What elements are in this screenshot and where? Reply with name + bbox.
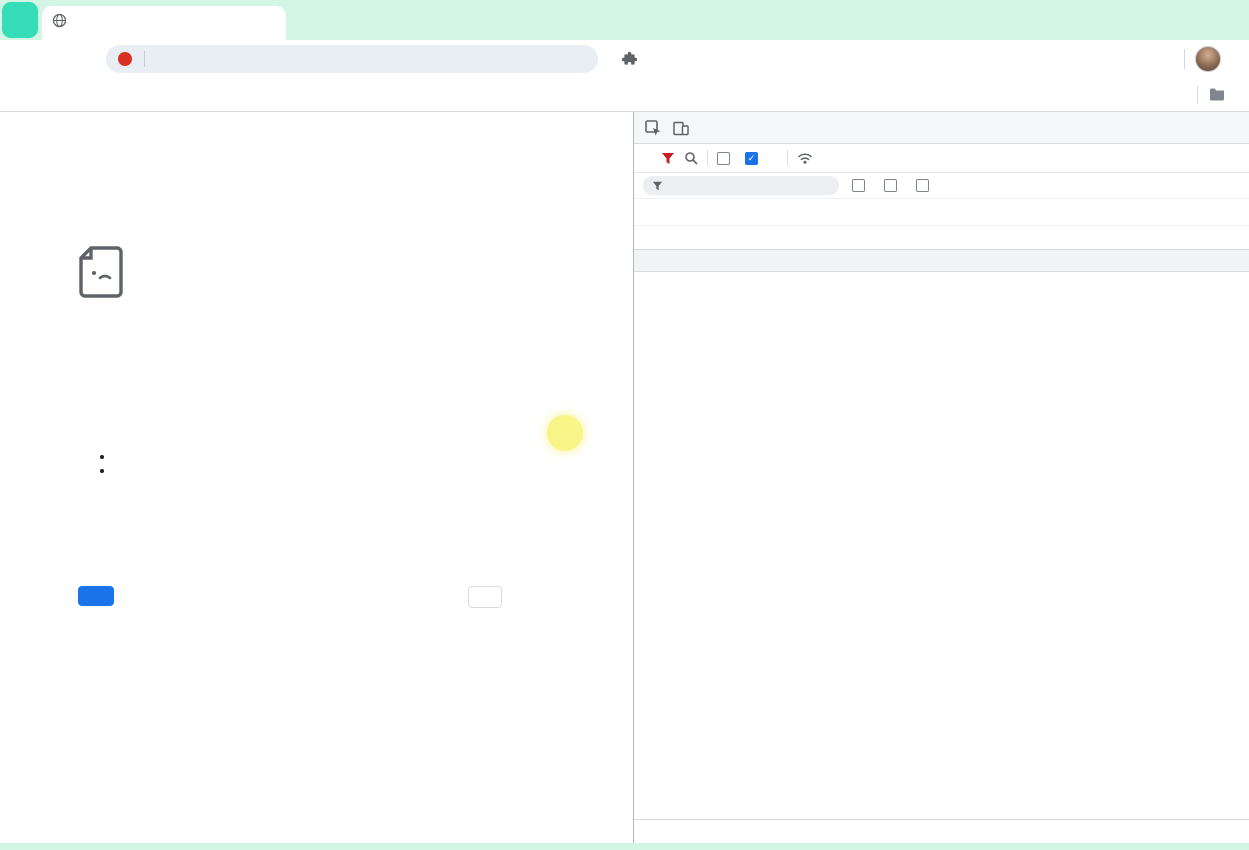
search-icon[interactable] bbox=[684, 151, 698, 165]
folder-icon bbox=[1209, 88, 1225, 101]
more-tabs-button[interactable] bbox=[698, 112, 716, 143]
close-button[interactable] bbox=[1203, 0, 1249, 40]
sad-page-icon bbox=[78, 245, 124, 304]
devtools-menu-icon[interactable] bbox=[1189, 115, 1215, 141]
preserve-log-checkbox[interactable] bbox=[717, 151, 736, 165]
extensions-puzzle-icon[interactable] bbox=[618, 48, 640, 70]
suggestion-item bbox=[100, 455, 115, 459]
invert-checkbox[interactable] bbox=[852, 179, 871, 192]
minimize-button[interactable] bbox=[1111, 0, 1157, 40]
table-gridlines bbox=[634, 272, 1249, 819]
bullet-icon bbox=[100, 455, 104, 459]
omnibox-divider bbox=[144, 51, 145, 67]
disable-cache-checkbox[interactable] bbox=[745, 151, 764, 165]
click-highlight bbox=[547, 415, 583, 451]
back-button[interactable] bbox=[8, 45, 36, 73]
bookmarks-divider bbox=[1197, 85, 1198, 104]
tab-search-button[interactable] bbox=[2, 2, 38, 38]
checkbox-checked-icon bbox=[745, 151, 758, 165]
hide-data-urls-checkbox[interactable] bbox=[884, 179, 903, 192]
all-bookmarks-button[interactable] bbox=[1202, 85, 1239, 104]
checkbox-icon bbox=[852, 179, 865, 192]
checkbox-icon bbox=[717, 151, 730, 165]
new-tab-button[interactable] bbox=[296, 9, 322, 35]
devtools-panel bbox=[633, 112, 1249, 843]
blocked-filters-row bbox=[634, 226, 1249, 250]
profile-avatar[interactable] bbox=[1195, 46, 1221, 72]
tab-favicon-icon bbox=[52, 13, 67, 33]
checkbox-icon bbox=[916, 179, 929, 192]
tab-close-icon[interactable] bbox=[261, 15, 278, 32]
bullet-icon bbox=[100, 469, 104, 473]
network-table bbox=[634, 250, 1249, 819]
checkbox-icon bbox=[884, 179, 897, 192]
reload-page-button[interactable] bbox=[78, 586, 114, 606]
inspect-icon[interactable] bbox=[640, 115, 666, 141]
network-table-header bbox=[634, 250, 1249, 272]
request-type-chips bbox=[634, 199, 1249, 226]
browser-toolbar bbox=[0, 40, 1249, 78]
address-bar[interactable] bbox=[106, 45, 598, 73]
bookmarks-bar bbox=[0, 78, 1249, 112]
security-badge[interactable] bbox=[118, 52, 137, 66]
titlebar bbox=[0, 0, 1249, 40]
devtools-tabbar bbox=[634, 112, 1249, 144]
suggestion-list bbox=[100, 455, 115, 483]
devtools-close-icon[interactable] bbox=[1217, 115, 1243, 141]
reload-button[interactable] bbox=[72, 45, 100, 73]
network-summary-bar bbox=[634, 819, 1249, 843]
hide-extension-urls-checkbox[interactable] bbox=[916, 179, 935, 192]
window-controls bbox=[1111, 0, 1249, 40]
network-conditions-icon[interactable] bbox=[797, 152, 813, 164]
device-toolbar-icon[interactable] bbox=[668, 115, 694, 141]
network-filter-row bbox=[634, 173, 1249, 199]
filter-toggle-icon[interactable] bbox=[661, 152, 675, 165]
browser-tab[interactable] bbox=[42, 6, 286, 40]
browser-window bbox=[0, 0, 1249, 850]
error-page bbox=[0, 112, 633, 843]
devtools-settings-icon[interactable] bbox=[1161, 115, 1187, 141]
toolbar-divider bbox=[1184, 49, 1185, 69]
suggestion-item bbox=[100, 469, 115, 473]
details-button[interactable] bbox=[468, 586, 502, 608]
not-secure-icon bbox=[118, 52, 132, 66]
maximize-button[interactable] bbox=[1157, 0, 1203, 40]
window-bottom-border bbox=[0, 843, 1249, 850]
forward-button[interactable] bbox=[40, 45, 68, 73]
filter-input[interactable] bbox=[643, 176, 839, 195]
network-toolbar bbox=[634, 144, 1249, 173]
